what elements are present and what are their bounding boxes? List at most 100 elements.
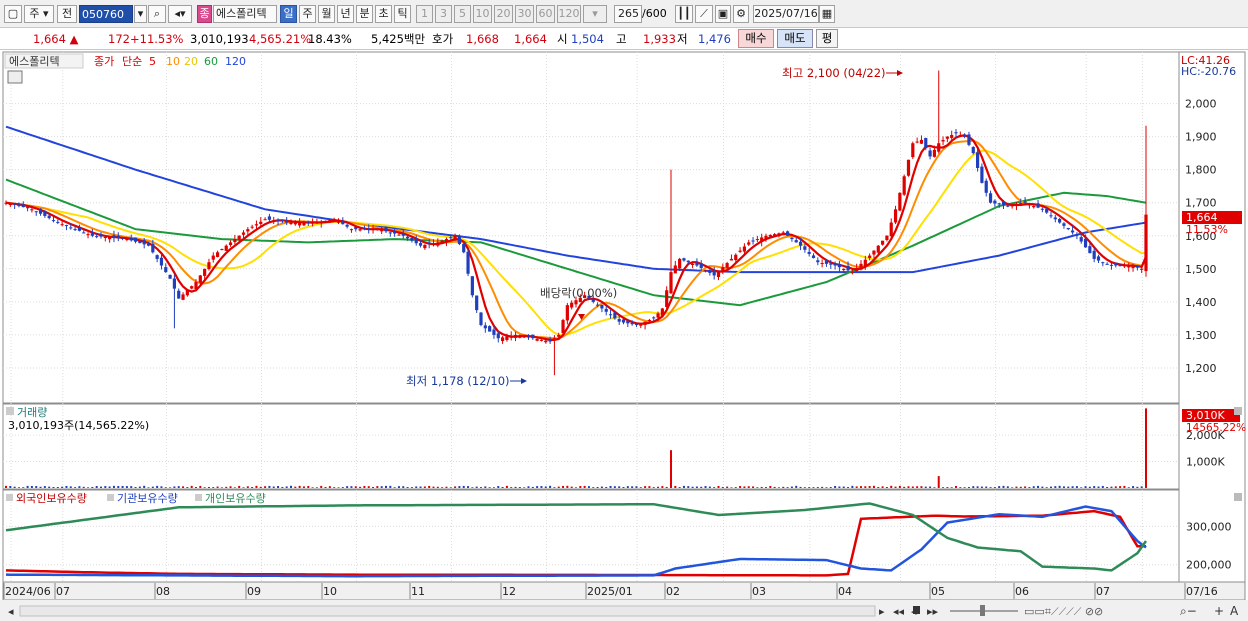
candle-body	[1088, 246, 1092, 254]
rewind-icon[interactable]: ◂◂	[893, 605, 905, 618]
candle-body	[241, 232, 246, 235]
candle-body	[738, 250, 742, 252]
volume-bar	[501, 486, 504, 488]
zoom-slider-handle[interactable]	[980, 605, 985, 616]
candle-body	[626, 320, 630, 324]
volume-bar	[907, 486, 910, 488]
zoom-out-icon[interactable]: ⌕−	[1180, 604, 1197, 618]
candle-body	[380, 230, 384, 232]
candle-body	[1040, 208, 1044, 210]
volume-bar	[17, 487, 20, 488]
volume-bar	[946, 487, 949, 488]
volume-bar	[600, 486, 603, 488]
candle-body	[509, 335, 513, 338]
price-tick-label: 1,400	[1185, 296, 1217, 309]
price-tick-label: 1,300	[1185, 329, 1217, 342]
candle-body	[496, 333, 500, 339]
volume-bar	[402, 486, 405, 488]
volume-bar	[410, 487, 413, 488]
scroll-track[interactable]	[19, 605, 876, 617]
zoom-in-icon[interactable]: +	[1214, 604, 1224, 618]
candle-body	[924, 137, 928, 149]
holdings-close-icon[interactable]	[1234, 493, 1242, 501]
volume-bar	[1054, 486, 1057, 488]
volume-bar	[682, 485, 685, 488]
volume-bar	[281, 486, 284, 488]
volume-bar	[825, 487, 828, 488]
candle-body	[457, 235, 462, 245]
volume-bar	[527, 486, 530, 488]
volume-bar	[518, 487, 521, 488]
candle-body	[1014, 204, 1019, 206]
candle-body	[272, 220, 276, 222]
volume-bar	[864, 486, 867, 488]
volume-bar	[294, 486, 297, 488]
volume-bar	[242, 487, 245, 488]
candle-body	[941, 139, 945, 142]
candle-body	[1127, 265, 1131, 268]
candle-body	[690, 263, 695, 265]
candle-body	[665, 290, 669, 308]
fast-forward-icon[interactable]: ▸▸	[927, 605, 939, 618]
volume-bar	[1002, 485, 1005, 488]
candle-body	[621, 319, 626, 323]
volume-bar	[108, 486, 111, 488]
volume-bar	[765, 487, 767, 488]
volume-bar	[626, 486, 629, 488]
candle-body	[142, 240, 146, 245]
volume-bar	[536, 486, 539, 488]
volume-bar	[229, 486, 232, 488]
candle-body	[617, 319, 621, 322]
volume-bar	[251, 487, 254, 488]
volume-bar	[510, 487, 513, 488]
candle-body	[43, 211, 47, 216]
candle-body	[64, 225, 69, 227]
candle-body	[755, 239, 759, 241]
volume-bar	[225, 486, 228, 488]
x-tick-label: 05	[931, 585, 945, 598]
candle-body	[790, 237, 794, 240]
candle-body	[449, 237, 453, 239]
volume-bar	[220, 487, 223, 488]
candle-body	[997, 203, 1001, 205]
candle-body	[38, 208, 43, 214]
candle-body	[988, 193, 993, 203]
scroll-left-icon[interactable]: ◂	[8, 605, 14, 618]
volume-close-icon[interactable]	[1234, 407, 1242, 415]
candle-body	[781, 232, 785, 234]
candle-body	[634, 323, 639, 325]
candle-body	[1023, 201, 1027, 203]
candle-body	[876, 245, 880, 253]
hc-label: HC:-20.76	[1181, 65, 1236, 78]
table-icon[interactable]	[7, 70, 23, 84]
candle-body	[863, 259, 867, 267]
volume-bar	[985, 486, 988, 488]
volume-bar	[562, 485, 565, 488]
volume-bar	[100, 486, 102, 488]
holdings-swatch-3	[195, 494, 202, 501]
candle-body	[315, 222, 319, 224]
candle-body	[513, 334, 518, 338]
x-tick-label: 04	[838, 585, 852, 598]
stock-chart[interactable]: 1,2001,3001,4001,5001,6001,7001,8001,900…	[0, 0, 1248, 621]
volume-bar	[575, 487, 577, 488]
candle-body	[669, 272, 673, 294]
candle-body	[254, 224, 259, 226]
candle-body	[850, 272, 854, 274]
volume-bar	[428, 485, 431, 488]
candle-body	[108, 237, 112, 240]
text-size-icon[interactable]: A	[1230, 604, 1239, 618]
candle-body	[1144, 214, 1148, 272]
candle-body	[228, 242, 233, 246]
volume-bar	[842, 486, 845, 488]
candle-body	[1001, 201, 1006, 206]
candle-body	[336, 221, 341, 223]
volume-bar	[657, 486, 660, 488]
scroll-right-icon[interactable]: ▸	[879, 605, 885, 618]
drawing-tools-icon[interactable]: ▭▭⌗⟋⟋⟋⟋ ⊘⊘	[1024, 605, 1103, 618]
candle-body	[276, 220, 280, 222]
volume-bar	[933, 487, 936, 488]
volume-bar	[255, 485, 258, 488]
candle-body	[302, 222, 306, 226]
stop-icon[interactable]	[913, 606, 920, 614]
